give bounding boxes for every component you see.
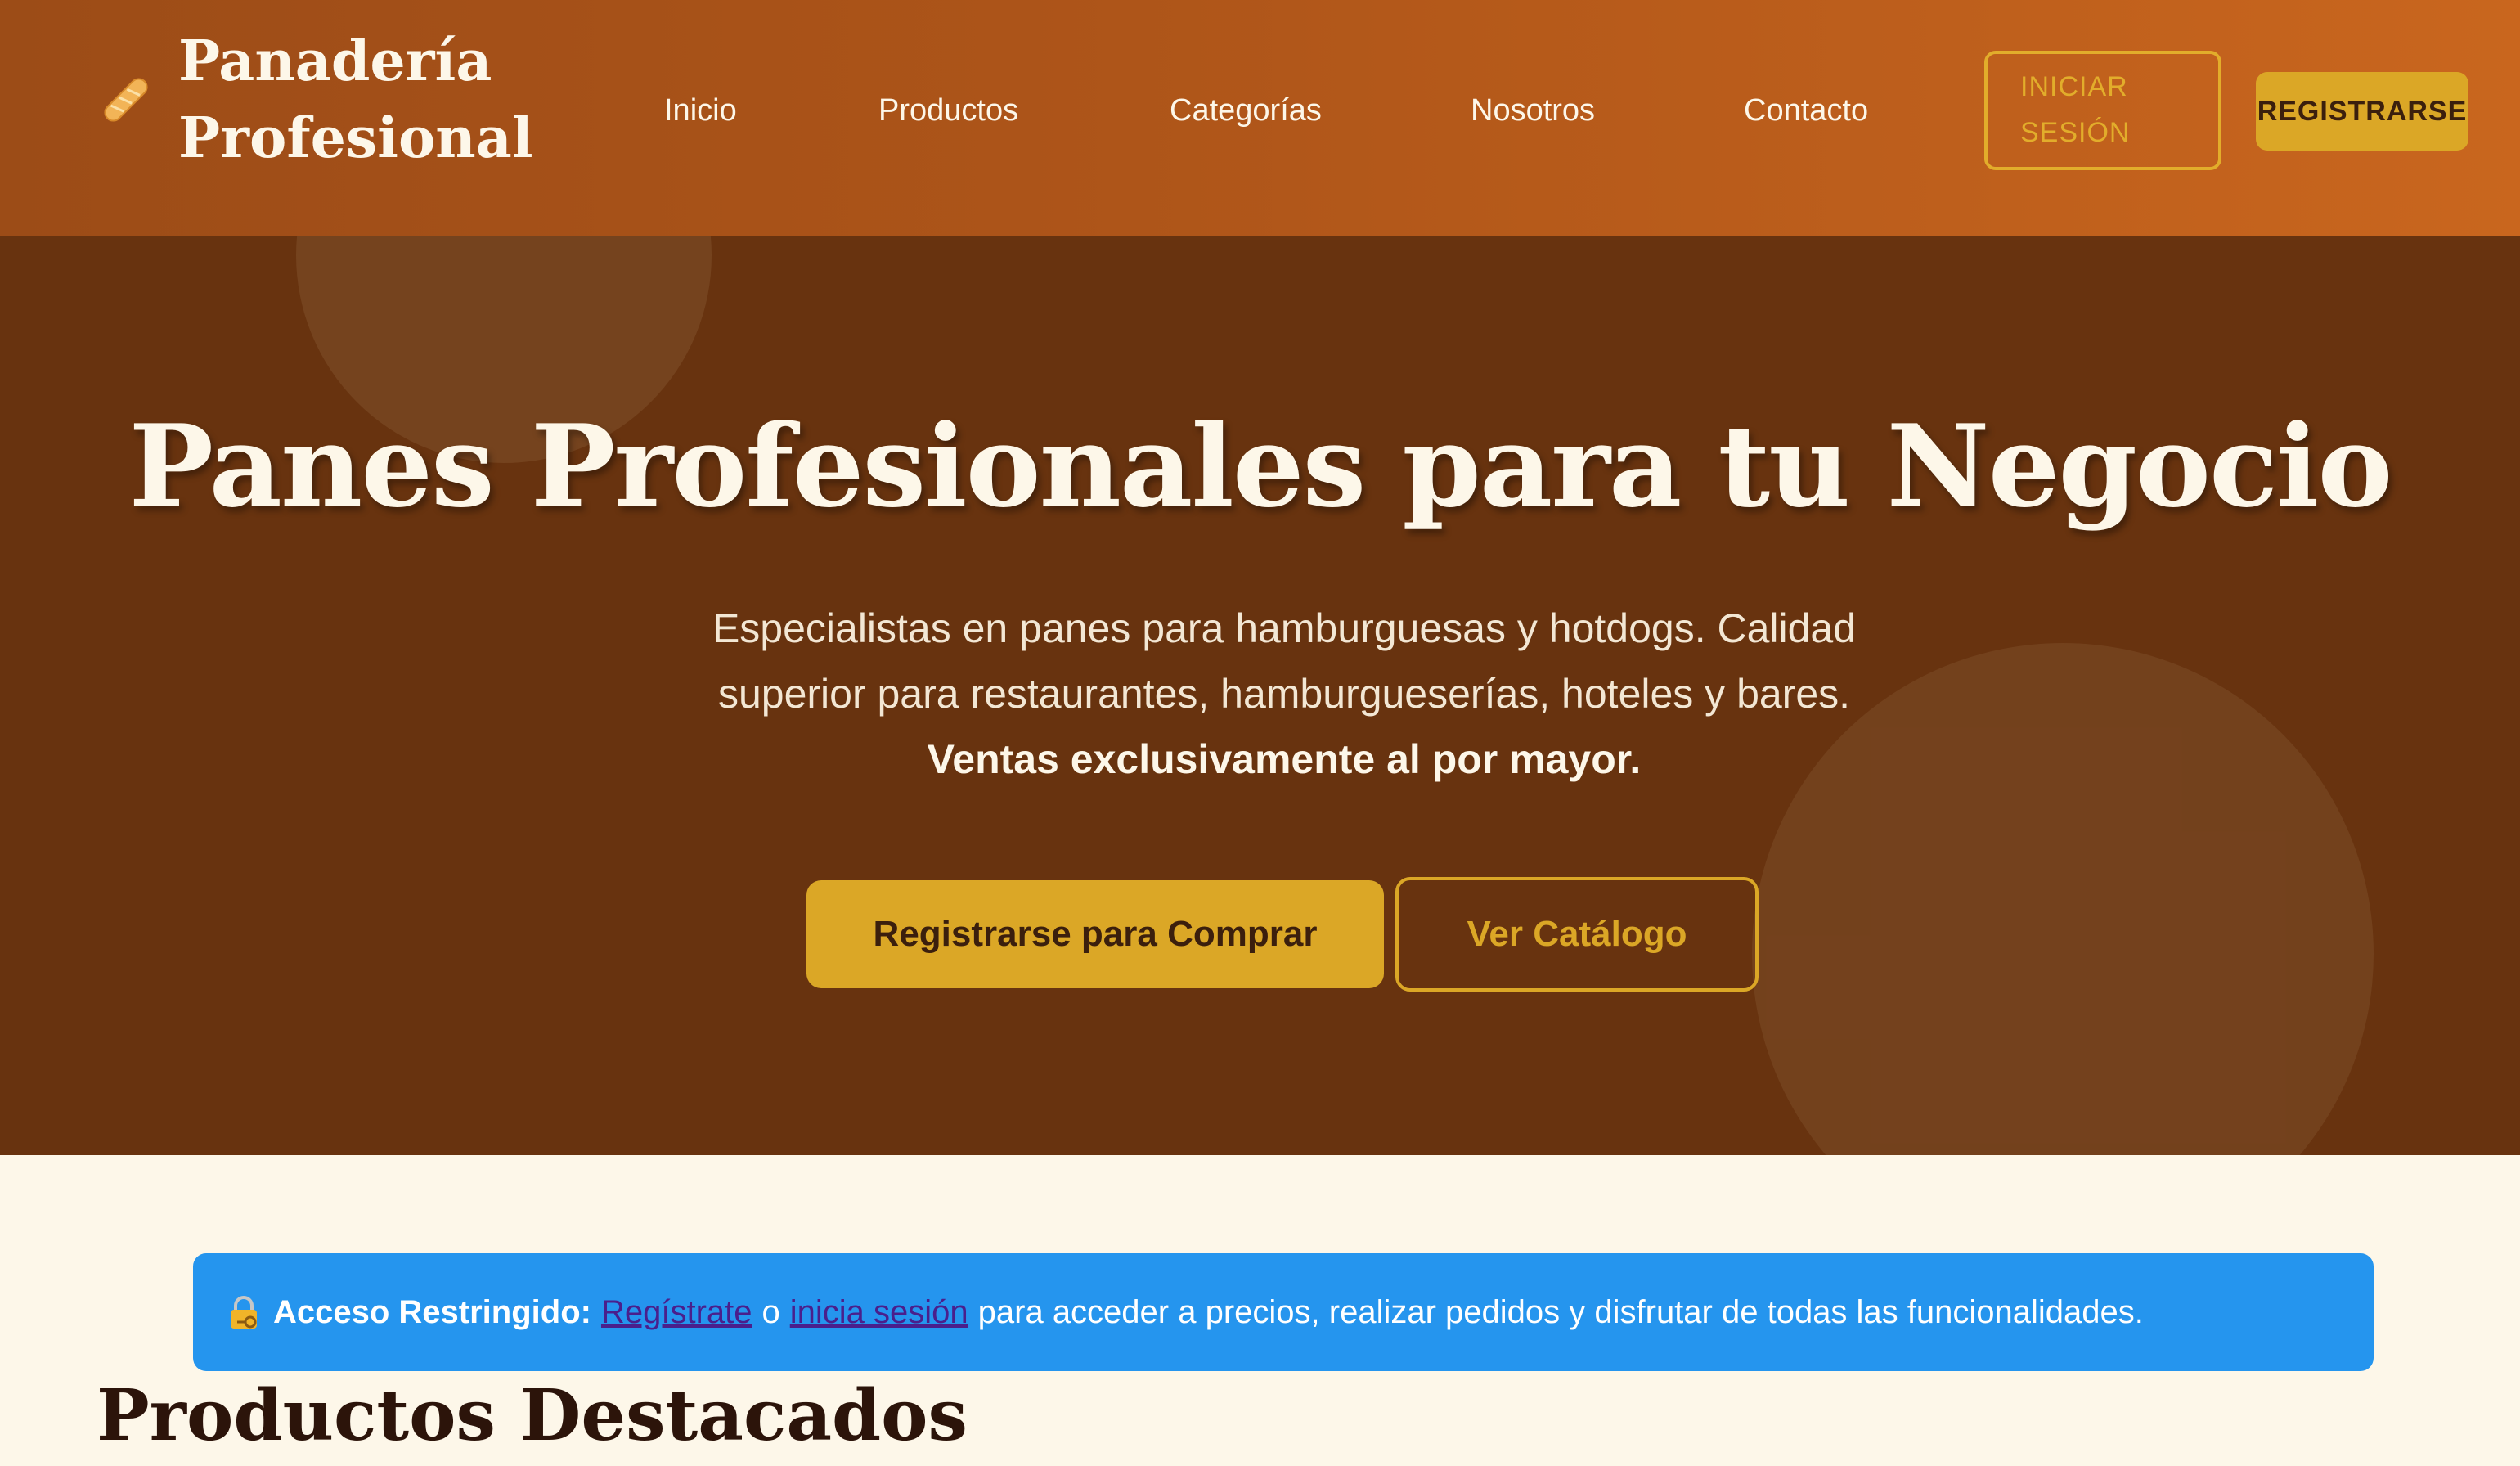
nav-link-nosotros[interactable]: Nosotros [1471,86,1595,135]
login-button[interactable]: INICIAR SESIÓN [1984,51,2221,170]
hero-title: Panes Profesionales para tu Negocio [128,399,2392,533]
featured-products-title: Productos Destacados [97,1374,968,1457]
nav-link-contacto[interactable]: Contacto [1744,86,1868,135]
login-label-line2: SESIÓN [2020,117,2131,148]
hero-subtitle-emphasis: Ventas exclusivamente al por mayor. [927,736,1642,782]
site-header: Panadería Profesional Inicio Productos C… [0,0,2520,236]
baguette-icon [97,70,155,129]
nav-link-categorias[interactable]: Categorías [1170,86,1322,135]
alert-connector: o [761,1293,780,1330]
login-link[interactable]: inicia sesión [790,1294,968,1331]
restricted-access-alert: Acceso Restringido: Regístrate o inicia … [193,1253,2374,1371]
nav-link-inicio[interactable]: Inicio [664,86,737,135]
register-to-buy-button[interactable]: Registrarse para Comprar [806,880,1384,988]
hero-subtitle-text: Especialistas en panes para hamburguesas… [712,605,1857,717]
brand-name-line2: Profesional [178,106,533,171]
alert-message: para acceder a precios, realizar pedidos… [977,1293,2144,1330]
hero-section: Panes Profesionales para tu Negocio Espe… [0,236,2520,1155]
alert-label: Acceso Restringido: [273,1293,591,1330]
lock-key-icon [226,1294,262,1330]
login-label-line1: INICIAR [2020,71,2128,102]
hero-subtitle: Especialistas en panes para hamburguesas… [638,596,1930,792]
brand-name-line1: Panadería [178,29,492,94]
register-button[interactable]: REGISTRARSE [2256,72,2468,151]
register-link[interactable]: Regístrate [601,1294,752,1331]
brand-name: Panadería Profesional [178,23,533,177]
brand-logo[interactable]: Panadería Profesional [97,23,533,177]
nav-link-productos[interactable]: Productos [878,86,1018,135]
view-catalog-button[interactable]: Ver Catálogo [1395,877,1759,992]
